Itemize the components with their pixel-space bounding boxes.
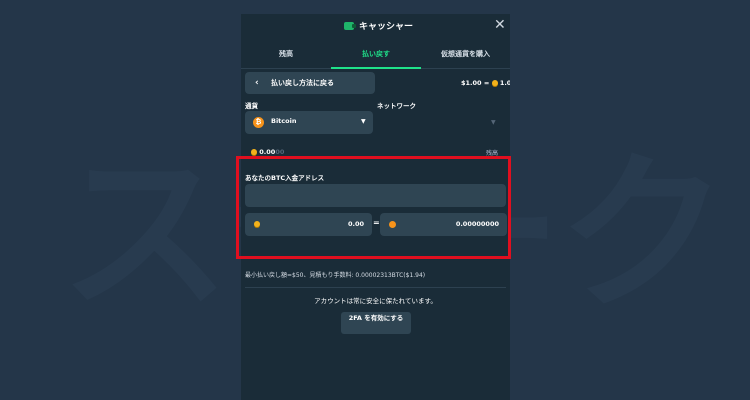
bitcoin-icon: ₿ [253, 117, 264, 128]
enable-2fa-button[interactable]: 2FA を有効にする [341, 312, 411, 334]
modal-title: キャッシャー [359, 22, 414, 32]
balance-suffix: 00 [275, 148, 285, 156]
wallet-icon [344, 22, 356, 30]
chevron-left-icon: ‹ [255, 78, 259, 88]
network-label: ネットワーク [377, 102, 416, 110]
tab-bar: 残高 払い戻す 仮想通貨を購入 [241, 44, 510, 69]
balance-amount: 0.00 [259, 148, 276, 156]
rate-right: 1.00 [499, 79, 510, 87]
rate-left: $1.00 = [461, 79, 490, 87]
withdraw-info: 最小払い戻し額=$50、見積もり手数料: 0.00002313BTC($1.94… [245, 272, 426, 279]
close-icon[interactable]: ✕ [494, 17, 506, 33]
exchange-rate: $1.00 = 1.00 [461, 79, 510, 87]
currency-selected: Bitcoin [271, 117, 297, 125]
coin-icon [251, 149, 257, 155]
currency-label: 通貨 [245, 102, 258, 110]
tab-buy-crypto[interactable]: 仮想通貨を購入 [421, 44, 510, 68]
modal-header: キャッシャー ✕ [241, 14, 510, 40]
divider [245, 287, 506, 288]
coin-icon [491, 80, 498, 86]
caret-down-icon: ▼ [361, 118, 366, 125]
highlight-frame [236, 156, 511, 259]
back-to-withdraw-methods-button[interactable]: ‹ 払い戻し方法に戻る [245, 72, 375, 94]
back-button-label: 払い戻し方法に戻る [271, 79, 334, 87]
currency-select[interactable]: ₿ Bitcoin ▼ [245, 111, 373, 134]
tab-withdraw[interactable]: 払い戻す [331, 44, 421, 69]
tab-balance[interactable]: 残高 [241, 44, 331, 68]
balance-row: 0.0000 [251, 148, 284, 156]
network-caret-icon[interactable]: ▼ [491, 119, 496, 126]
security-message: アカウントは常に安全に保たれています。 [314, 297, 437, 305]
